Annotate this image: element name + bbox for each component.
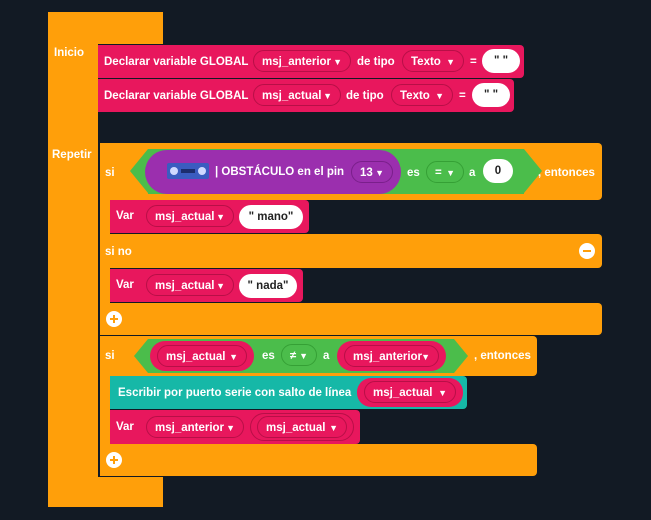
entonces-label: , entonces xyxy=(474,350,531,362)
comparison-right-point xyxy=(454,339,468,373)
si-no-label: si no xyxy=(105,246,132,258)
variable-name-dropdown[interactable]: msj_actual ▼ xyxy=(253,84,341,106)
declare-label: Declarar variable GLOBAL xyxy=(104,90,249,102)
string-value-input[interactable]: " " xyxy=(482,49,520,73)
chevron-down-icon: ▼ xyxy=(446,57,455,67)
main-block-bottom[interactable] xyxy=(48,477,163,507)
type-dropdown[interactable]: Texto ▼ xyxy=(391,84,453,106)
serial-label: Escribir por puerto serie con salto de l… xyxy=(118,387,352,399)
variable-reference-block[interactable]: msj_actual ▼ xyxy=(150,341,254,371)
variable-name-dropdown[interactable]: msj_actual ▼ xyxy=(146,274,234,296)
operator-dropdown[interactable]: = ▼ xyxy=(426,161,464,183)
si-label: si xyxy=(105,167,115,179)
chevron-down-icon: ▼ xyxy=(323,91,332,101)
chevron-down-icon: ▼ xyxy=(329,423,338,433)
chevron-down-icon: ▼ xyxy=(421,352,430,362)
variable-name-dropdown[interactable]: msj_actual ▼ xyxy=(157,345,247,367)
serial-println-block[interactable]: Escribir por puerto serie con salto de l… xyxy=(110,376,467,409)
obstacle-sensor-icon xyxy=(167,163,209,179)
variable-name-dropdown[interactable]: msj_actual ▼ xyxy=(364,381,456,403)
chevron-down-icon: ▼ xyxy=(375,168,384,178)
entonces-label: , entonces xyxy=(538,167,595,179)
de-tipo-label: de tipo xyxy=(357,56,395,68)
variable-reference-block[interactable]: msj_anterior ▼ xyxy=(337,341,446,371)
comparison-left-point xyxy=(134,339,148,373)
string-value-input[interactable]: " " xyxy=(472,83,510,107)
var-label: Var xyxy=(116,279,134,291)
variable-name-dropdown[interactable]: msj_actual ▼ xyxy=(146,205,234,227)
chevron-down-icon: ▼ xyxy=(216,281,225,291)
set-variable-block-3[interactable]: Var msj_anterior ▼ msj_actual ▼ xyxy=(110,410,360,444)
if-else-block-1-header[interactable]: si | OBSTÁCULO en el pin 13 ▼ es = ▼ a 0 ,… xyxy=(100,143,602,200)
declare-variable-block-1[interactable]: Declarar variable GLOBAL msj_anterior ▼ d… xyxy=(98,45,524,78)
equals-label: = xyxy=(470,56,477,68)
plus-circle-icon[interactable] xyxy=(106,311,122,327)
main-block-top[interactable] xyxy=(48,12,163,44)
pin-dropdown[interactable]: 13 ▼ xyxy=(351,161,393,183)
plus-circle-icon[interactable] xyxy=(106,452,122,468)
es-label: es xyxy=(262,350,275,362)
if-else-block-1-footer[interactable] xyxy=(100,303,602,335)
variable-reference-block[interactable]: msj_actual ▼ xyxy=(250,413,354,441)
variable-reference-block[interactable]: msj_actual ▼ xyxy=(357,378,463,407)
minus-circle-icon[interactable] xyxy=(579,243,595,259)
type-dropdown[interactable]: Texto ▼ xyxy=(402,50,464,72)
sensor-label: | OBSTÁCULO en el pin xyxy=(215,166,345,178)
set-variable-block-2[interactable]: Var msj_actual ▼ " nada" xyxy=(110,269,303,302)
chevron-down-icon: ▼ xyxy=(435,91,444,101)
number-value-input[interactable]: 0 xyxy=(483,159,513,183)
else-row[interactable]: si no xyxy=(100,234,602,268)
declare-label: Declarar variable GLOBAL xyxy=(104,56,249,68)
chevron-down-icon: ▼ xyxy=(216,212,225,222)
chevron-down-icon: ▼ xyxy=(299,351,308,361)
variable-name-dropdown[interactable]: msj_anterior ▼ xyxy=(146,416,244,438)
var-label: Var xyxy=(116,210,134,222)
if-block-2-footer[interactable] xyxy=(100,444,537,476)
declare-variable-block-2[interactable]: Declarar variable GLOBAL msj_actual ▼ de … xyxy=(98,79,514,112)
variable-name-dropdown[interactable]: msj_anterior ▼ xyxy=(253,50,351,72)
chevron-down-icon: ▼ xyxy=(226,423,235,433)
if-block-2-header[interactable]: si msj_actual ▼ es ≠ ▼ a msj_anterior ▼ , e… xyxy=(100,336,537,376)
var-label: Var xyxy=(116,421,134,433)
repetir-label: Repetir xyxy=(52,149,92,161)
main-block-spine[interactable] xyxy=(48,12,98,507)
variable-name-dropdown[interactable]: msj_anterior ▼ xyxy=(344,345,439,367)
equals-label: = xyxy=(459,90,466,102)
si-label: si xyxy=(105,350,115,362)
chevron-down-icon: ▼ xyxy=(229,352,238,362)
inicio-label: Inicio xyxy=(54,47,85,59)
a-label: a xyxy=(323,350,330,362)
es-label: es xyxy=(407,167,420,179)
chevron-down-icon: ▼ xyxy=(438,388,447,398)
chevron-down-icon: ▼ xyxy=(446,168,455,178)
operator-dropdown[interactable]: ≠ ▼ xyxy=(281,344,317,366)
variable-name-dropdown[interactable]: msj_actual ▼ xyxy=(257,416,347,438)
obstacle-sensor-block[interactable]: | OBSTÁCULO en el pin 13 ▼ xyxy=(145,150,401,194)
a-label: a xyxy=(469,167,476,179)
string-value-input[interactable]: " mano" xyxy=(239,205,303,229)
string-value-input[interactable]: " nada" xyxy=(239,274,297,298)
chevron-down-icon: ▼ xyxy=(333,57,342,67)
de-tipo-label: de tipo xyxy=(346,90,384,102)
set-variable-block-1[interactable]: Var msj_actual ▼ " mano" xyxy=(110,200,309,233)
